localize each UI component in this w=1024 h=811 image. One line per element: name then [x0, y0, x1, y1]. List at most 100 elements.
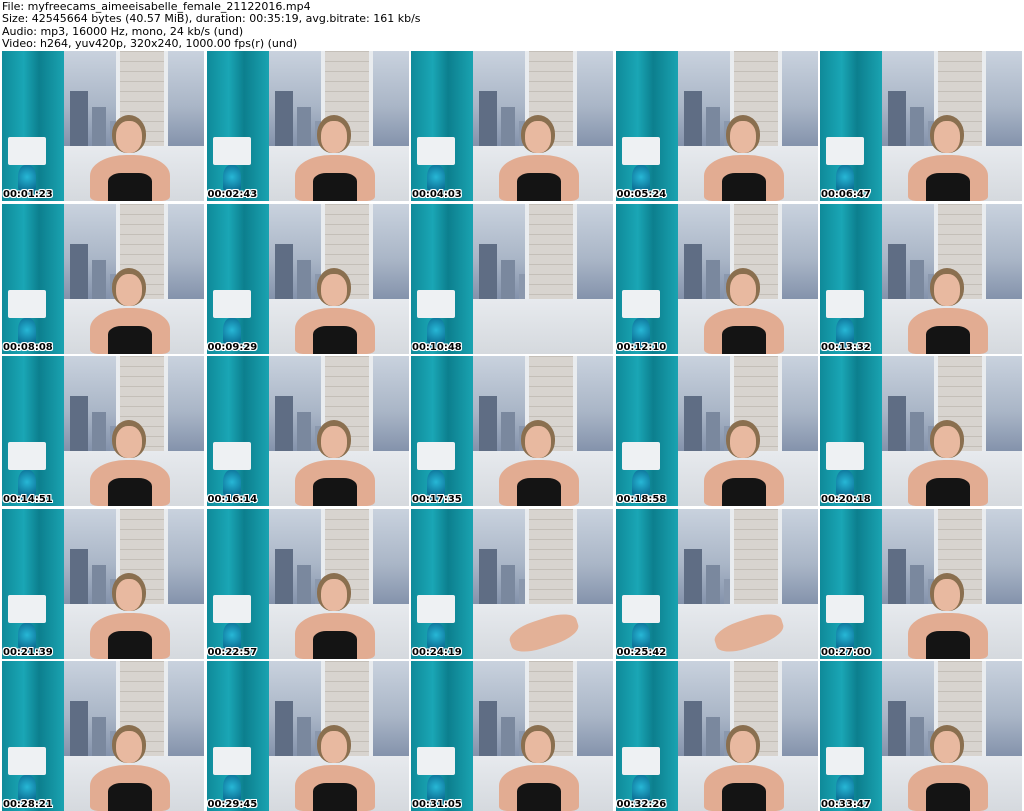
video-frame-thumbnail: 00:16:14	[206, 356, 409, 506]
frame-timestamp: 00:25:42	[616, 646, 667, 658]
frame-timestamp: 00:05:24	[616, 189, 667, 200]
video-frame-thumbnail: 00:27:00	[820, 508, 1022, 659]
person-figure	[700, 725, 788, 811]
frame-timestamp: 00:12:10	[616, 341, 667, 353]
video-frame-thumbnail: 00:02:43	[206, 51, 409, 201]
person-figure	[700, 115, 788, 201]
lamp-shade	[826, 747, 864, 775]
lamp-shade	[212, 289, 251, 318]
lamp-shade	[8, 137, 46, 165]
lamp-shade	[417, 747, 455, 775]
frame-timestamp: 00:22:57	[207, 646, 258, 658]
person-figure	[495, 725, 583, 811]
video-frame-thumbnail: 00:18:58	[615, 356, 818, 506]
window-backdrop	[473, 203, 613, 304]
video-frame-thumbnail: 00:31:05	[411, 661, 613, 811]
frame-timestamp: 00:10:48	[412, 341, 462, 353]
lamp-shade	[621, 747, 660, 775]
video-frame-thumbnail: 00:14:51	[2, 356, 204, 506]
person-figure	[904, 572, 992, 659]
frame-timestamp: 00:29:45	[207, 799, 258, 810]
lamp-shade	[417, 442, 455, 470]
person-figure	[904, 115, 992, 201]
frame-timestamp: 00:31:05	[412, 799, 462, 810]
person-figure	[291, 572, 379, 659]
lamp-shade	[8, 594, 46, 623]
frame-timestamp: 00:09:29	[207, 341, 258, 353]
video-frame-thumbnail: 00:24:19	[411, 508, 613, 659]
person-figure	[700, 267, 788, 354]
video-frame-thumbnail: 00:20:18	[820, 356, 1022, 506]
person-figure	[291, 267, 379, 354]
video-frame-thumbnail: 00:17:35	[411, 356, 613, 506]
lamp-shade	[621, 442, 660, 470]
video-frame-thumbnail: 00:25:42	[615, 508, 818, 659]
window-backdrop	[473, 508, 613, 609]
video-frame-thumbnail: 00:09:29	[206, 203, 409, 354]
video-frame-thumbnail: 00:08:08	[2, 203, 204, 354]
lamp-shade	[826, 442, 864, 470]
frame-timestamp: 00:24:19	[412, 646, 462, 658]
video-frame-thumbnail: 00:05:24	[615, 51, 818, 201]
person-figure	[291, 115, 379, 201]
frame-timestamp: 00:14:51	[3, 494, 53, 505]
frame-timestamp: 00:17:35	[412, 494, 462, 505]
video-frame-thumbnail: 00:12:10	[615, 203, 818, 354]
size-duration-line: Size: 42545664 bytes (40.57 MiB), durati…	[2, 12, 421, 26]
video-frame-thumbnail: 00:01:23	[2, 51, 204, 201]
lamp-shade	[8, 747, 46, 775]
file-info-header: File: myfreecams_aimeeisabelle_female_21…	[2, 0, 1020, 51]
frame-timestamp: 00:21:39	[3, 646, 53, 658]
bed-backdrop	[473, 298, 613, 354]
person-figure	[700, 420, 788, 506]
video-frame-thumbnail: 00:13:32	[820, 203, 1022, 354]
video-frame-thumbnail: 00:32:26	[615, 661, 818, 811]
lamp-shade	[417, 137, 455, 165]
video-frame-thumbnail: 00:28:21	[2, 661, 204, 811]
lamp-shade	[212, 442, 251, 470]
frame-timestamp: 00:08:08	[3, 341, 53, 353]
person-figure	[86, 267, 174, 354]
person-figure	[86, 725, 174, 811]
video-frame-thumbnail: 00:06:47	[820, 51, 1022, 201]
video-frame-thumbnail: 00:21:39	[2, 508, 204, 659]
frame-timestamp: 00:28:21	[3, 799, 53, 810]
video-frame-thumbnail: 00:33:47	[820, 661, 1022, 811]
frame-timestamp: 00:20:18	[821, 494, 871, 505]
person-figure	[904, 267, 992, 354]
video-frame-thumbnail: 00:29:45	[206, 661, 409, 811]
frame-timestamp: 00:32:26	[616, 799, 667, 810]
lamp-shade	[417, 594, 455, 623]
frame-timestamp: 00:01:23	[3, 189, 53, 200]
lamp-shade	[212, 594, 251, 623]
video-info-line: Video: h264, yuv420p, 320x240, 1000.00 f…	[2, 36, 298, 50]
lamp-shade	[8, 289, 46, 318]
lamp-shade	[417, 289, 455, 318]
person-figure	[904, 420, 992, 506]
video-frame-thumbnail: 00:22:57	[206, 508, 409, 659]
window-backdrop	[677, 508, 818, 609]
person-figure	[495, 115, 583, 201]
lamp-shade	[826, 137, 864, 165]
frame-timestamp: 00:33:47	[821, 799, 871, 810]
person-figure	[291, 725, 379, 811]
frame-timestamp: 00:16:14	[207, 494, 258, 505]
lamp-shade	[826, 289, 864, 318]
person-figure	[86, 115, 174, 201]
frame-timestamp: 00:04:03	[412, 189, 462, 200]
person-figure	[86, 572, 174, 659]
frame-timestamp: 00:06:47	[821, 189, 871, 200]
lamp-shade	[212, 137, 251, 165]
frame-timestamp: 00:27:00	[821, 646, 871, 658]
person-figure	[495, 420, 583, 506]
lamp-shade	[8, 442, 46, 470]
lamp-shade	[621, 137, 660, 165]
frame-timestamp: 00:18:58	[616, 494, 667, 505]
lamp-shade	[621, 289, 660, 318]
lamp-shade	[212, 747, 251, 775]
person-figure	[86, 420, 174, 506]
lamp-shade	[621, 594, 660, 623]
person-figure	[904, 725, 992, 811]
video-frame-thumbnail: 00:04:03	[411, 51, 613, 201]
lamp-shade	[826, 594, 864, 623]
